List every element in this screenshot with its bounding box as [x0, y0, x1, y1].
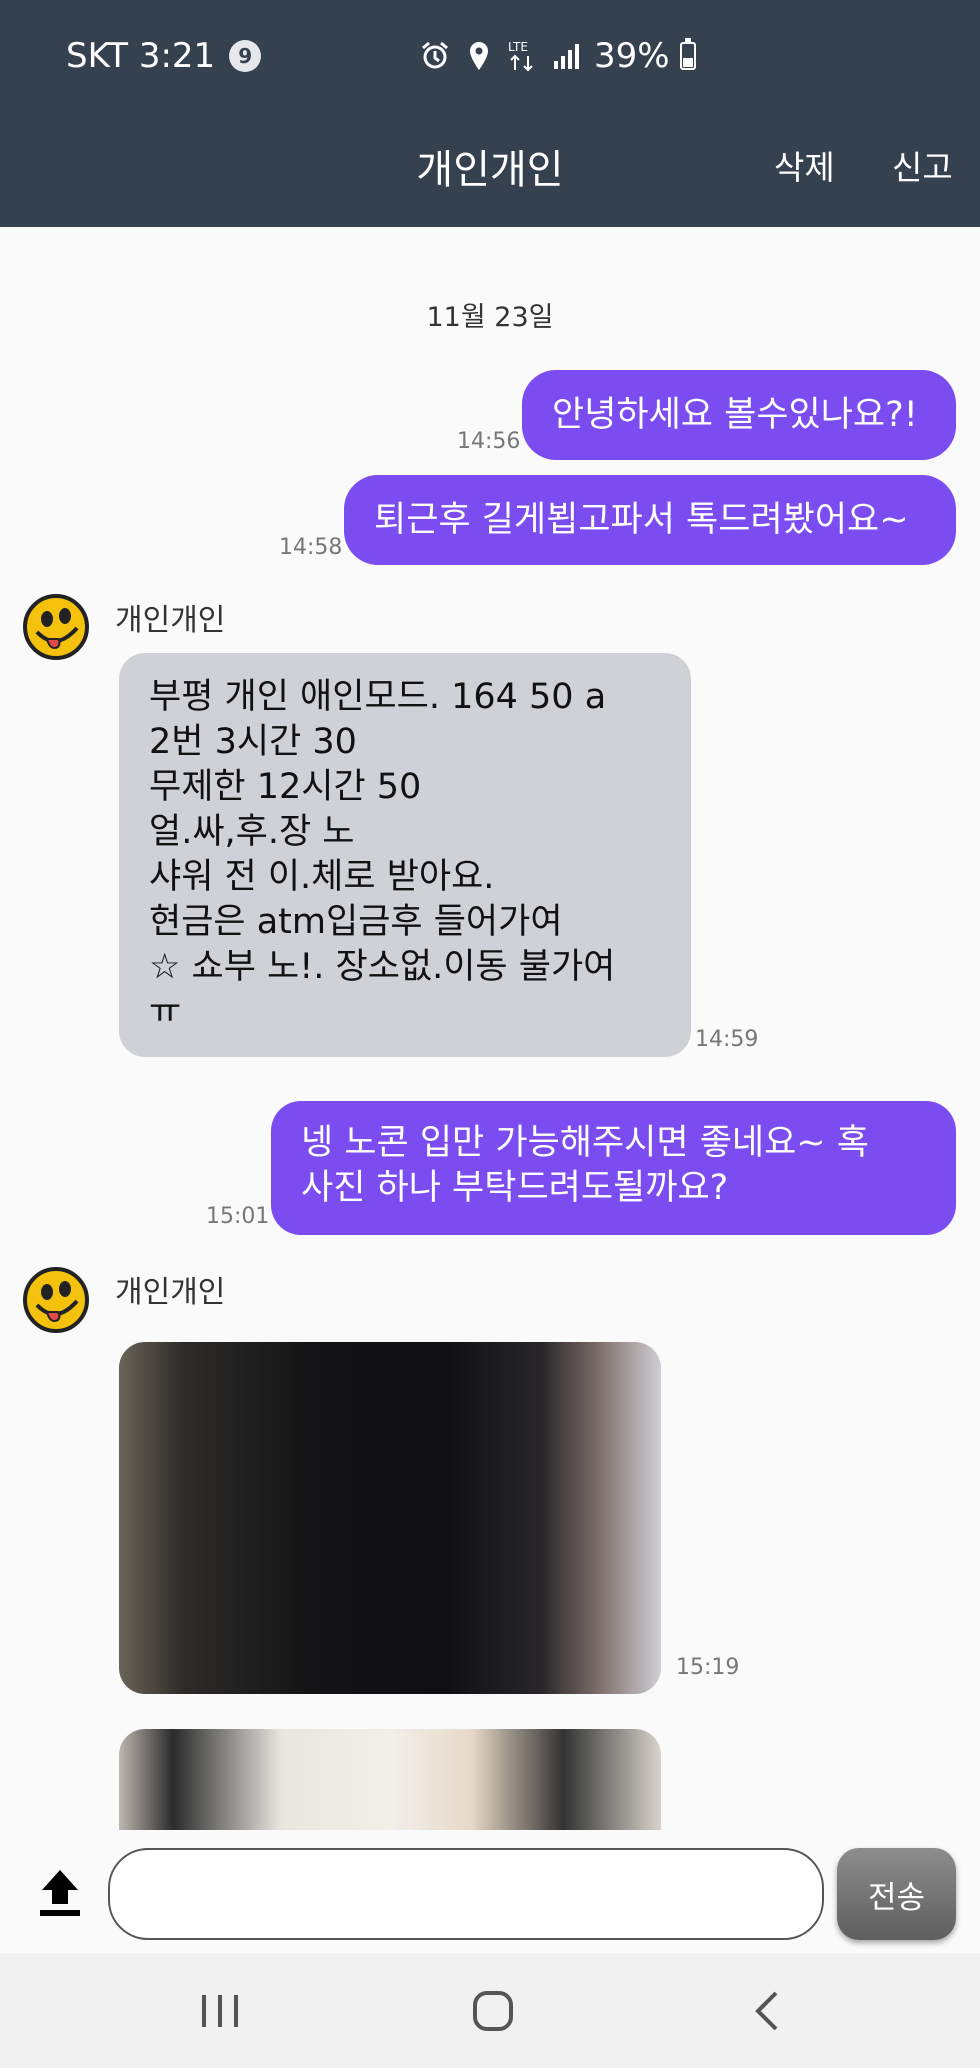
lte-icon: LTE [506, 36, 540, 76]
home-icon[interactable] [453, 1983, 533, 2039]
sender-name: 개인개인 [115, 1275, 226, 1310]
message-time: 14:59 [695, 1027, 759, 1052]
message-line: 2번 3시간 30 [149, 722, 357, 762]
outgoing-message[interactable]: 퇴근후 길게뵙고파서 톡드려봤어요~ [344, 475, 956, 565]
system-nav-bar [0, 1953, 980, 2068]
outgoing-message[interactable]: 넹 노콘 입만 가능해주시면 좋네요~ 혹 사진 하나 부탁드려도될까요? [271, 1101, 956, 1235]
upload-icon[interactable] [34, 1864, 86, 1920]
message-input-bar: 전송 [0, 1830, 980, 1953]
send-button[interactable]: 전송 [837, 1848, 956, 1940]
message-input[interactable] [108, 1848, 824, 1940]
message-line: 샤워 전 이.체로 받아요. [149, 857, 495, 897]
sender-avatar-emoji-icon[interactable] [21, 592, 91, 662]
message-time: 14:58 [279, 535, 343, 560]
battery-fill [682, 57, 693, 67]
message-line: 얼.싸,후.장 노 [149, 812, 355, 852]
message-line: 현금은 atm입금후 들어가여 [149, 902, 563, 942]
message-line: 넹 노콘 입만 가능해주시면 좋네요~ 혹 [301, 1123, 869, 1163]
message-line: 사진 하나 부탁드려도될까요? [301, 1168, 729, 1208]
battery-percent: 39% [594, 36, 670, 76]
carrier-time: SKT 3:21 [66, 36, 216, 76]
notification-count-badge: 9 [229, 40, 262, 72]
alarm-icon [418, 36, 452, 76]
signal-icon [550, 36, 584, 76]
recent-apps-icon[interactable] [180, 1983, 260, 2039]
date-separator: 11월 23일 [426, 302, 554, 333]
message-line: 부평 개인 애인모드. 164 50 a [149, 677, 607, 717]
outgoing-message[interactable]: 안녕하세요 볼수있나요?! [522, 370, 956, 460]
app-header: 개인개인 삭제 신고 [0, 115, 980, 227]
chat-messages[interactable]: 11월 23일 14:56 안녕하세요 볼수있나요?! 14:58 퇴근후 길게… [0, 227, 980, 1953]
message-text: 퇴근후 길게뵙고파서 톡드려봤어요~ [374, 499, 909, 540]
location-icon [462, 36, 496, 76]
message-time: 14:56 [457, 429, 521, 454]
message-line: 무제한 12시간 50 [149, 767, 422, 807]
message-time: 15:01 [206, 1204, 270, 1229]
delete-button[interactable]: 삭제 [774, 141, 835, 189]
back-icon[interactable] [727, 1983, 807, 2039]
photo-attachment[interactable] [119, 1342, 661, 1694]
message-text: 안녕하세요 볼수있나요?! [552, 394, 918, 435]
message-time: 15:19 [676, 1655, 740, 1680]
sender-name: 개인개인 [115, 603, 226, 638]
message-line: ☆ 쇼부 노!. 장소없.이동 불가여 [149, 947, 616, 987]
status-bar: SKT 3:21 9 LTE 39% [0, 0, 980, 115]
message-line: ㅠ [149, 992, 182, 1032]
sender-avatar-emoji-icon[interactable] [21, 1265, 91, 1335]
battery-icon [679, 38, 696, 70]
report-button[interactable]: 신고 [892, 141, 953, 189]
incoming-message[interactable]: 부평 개인 애인모드. 164 50 a 2번 3시간 30 무제한 12시간 … [119, 653, 691, 1057]
lte-label: LTE [508, 40, 528, 54]
